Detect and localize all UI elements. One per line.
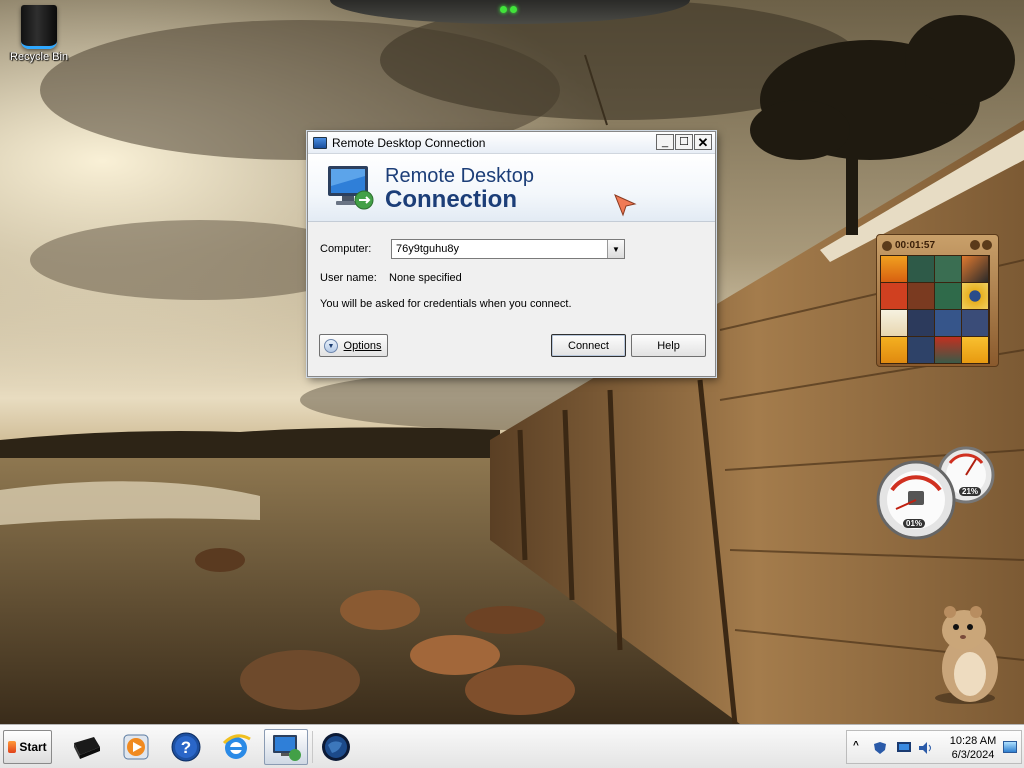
puzzle-tile[interactable] <box>908 337 934 363</box>
remote-desktop-icon <box>313 136 327 149</box>
username-label: User name: <box>320 272 377 284</box>
remote-desktop-icon <box>273 735 301 761</box>
picture-puzzle-gadget[interactable]: 00:01:57 <box>876 234 999 367</box>
memory-usage-value: 21% <box>959 487 982 496</box>
window-titlebar[interactable]: Remote Desktop Connection _ ☐ ✕ <box>308 132 715 154</box>
puzzle-tile[interactable] <box>881 337 907 363</box>
help-icon: ? <box>171 732 201 762</box>
taskbar-app-help[interactable]: ? <box>164 729 208 765</box>
gauge-icon <box>876 446 995 540</box>
monitor-icon <box>328 166 374 210</box>
chevron-down-icon[interactable]: ▼ <box>607 240 624 258</box>
window-banner: Remote Desktop Connection <box>308 154 715 222</box>
puzzle-tile[interactable] <box>962 310 988 336</box>
cpu-meter-gadget[interactable]: 01% 21% <box>872 445 1000 541</box>
start-logo-icon <box>8 741 17 753</box>
shield-icon[interactable] <box>873 742 887 754</box>
clock-date: 6/3/2024 <box>951 749 995 761</box>
remote-desktop-window: Remote Desktop Connection _ ☐ ✕ Remote D… <box>307 131 716 377</box>
taskbar-separator <box>312 731 313 763</box>
dock-indicator-icon <box>510 6 517 13</box>
pause-icon[interactable] <box>982 240 992 250</box>
window-title: Remote Desktop Connection <box>332 135 486 150</box>
globe-icon <box>322 733 350 761</box>
show-hidden-icons-icon[interactable]: ^ <box>853 740 859 751</box>
puzzle-tile[interactable] <box>881 256 907 282</box>
puzzle-tile[interactable] <box>962 283 988 309</box>
options-button[interactable]: ▼ Options <box>319 334 388 357</box>
taskbar: Start ? ^ 10:28 AM 6/3/2024 <box>0 724 1024 768</box>
show-desktop-icon[interactable] <box>1003 741 1017 753</box>
puzzle-tile[interactable] <box>935 337 961 363</box>
help-button[interactable]: Help <box>631 334 706 357</box>
svg-text:?: ? <box>181 738 191 757</box>
media-player-icon <box>123 734 149 760</box>
volume-icon[interactable] <box>919 742 933 754</box>
puzzle-tile[interactable] <box>908 256 934 282</box>
desktop-icon-recycle-bin[interactable]: Recycle Bin <box>6 5 72 63</box>
system-clock[interactable]: 10:28 AM 6/3/2024 <box>943 734 1003 762</box>
clock-icon <box>882 240 892 251</box>
taskbar-app-media-center[interactable] <box>64 729 108 765</box>
puzzle-tile[interactable] <box>881 310 907 336</box>
hamster-gadget-icon[interactable] <box>920 600 1010 706</box>
computer-combobox[interactable]: 76y9tguhu8y ▼ <box>391 239 625 259</box>
options-label: Options <box>343 339 382 352</box>
taskbar-app-media-player[interactable] <box>114 729 158 765</box>
puzzle-timer: 00:01:57 <box>895 240 936 251</box>
mouse-pointer-icon <box>614 194 637 217</box>
puzzle-tile[interactable] <box>935 310 961 336</box>
puzzle-tile[interactable] <box>962 256 988 282</box>
banner-title-line2: Connection <box>385 186 517 213</box>
banner-title-line1: Remote Desktop <box>385 165 534 187</box>
username-value: None specified <box>389 272 462 284</box>
puzzle-header: 00:01:57 <box>880 238 995 253</box>
puzzle-tile[interactable] <box>881 283 907 309</box>
recycle-bin-icon <box>21 5 57 49</box>
dock-indicator-icon <box>500 6 507 13</box>
computer-value: 76y9tguhu8y <box>396 243 459 255</box>
network-icon[interactable] <box>897 742 911 754</box>
media-center-icon <box>74 737 100 759</box>
cpu-usage-value: 01% <box>903 519 926 528</box>
puzzle-tile[interactable] <box>908 310 934 336</box>
help-icon[interactable] <box>970 240 980 250</box>
clock-time: 10:28 AM <box>949 735 997 747</box>
start-label: Start <box>19 740 47 754</box>
close-button[interactable]: ✕ <box>694 134 712 150</box>
puzzle-tile[interactable] <box>935 256 961 282</box>
puzzle-tile[interactable] <box>908 283 934 309</box>
taskbar-app-remote-desktop[interactable] <box>264 729 308 765</box>
taskbar-app-globe[interactable] <box>314 729 358 765</box>
computer-label: Computer: <box>320 243 372 255</box>
credentials-note: You will be asked for credentials when y… <box>320 298 572 310</box>
puzzle-tile[interactable] <box>935 283 961 309</box>
connection-form: Computer: 76y9tguhu8y ▼ User name: None … <box>308 222 715 377</box>
minimize-button[interactable]: _ <box>656 134 674 150</box>
internet-explorer-icon <box>222 734 251 759</box>
connect-button[interactable]: Connect <box>551 334 626 357</box>
expand-chevron-icon: ▼ <box>324 339 338 353</box>
puzzle-grid <box>880 255 990 364</box>
puzzle-tile[interactable] <box>962 337 988 363</box>
start-button[interactable]: Start <box>3 730 52 764</box>
maximize-button[interactable]: ☐ <box>675 134 693 150</box>
taskbar-app-internet-explorer[interactable] <box>214 729 258 765</box>
desktop-icon-label: Recycle Bin <box>9 51 69 63</box>
notification-area: ^ 10:28 AM 6/3/2024 <box>846 730 1022 764</box>
